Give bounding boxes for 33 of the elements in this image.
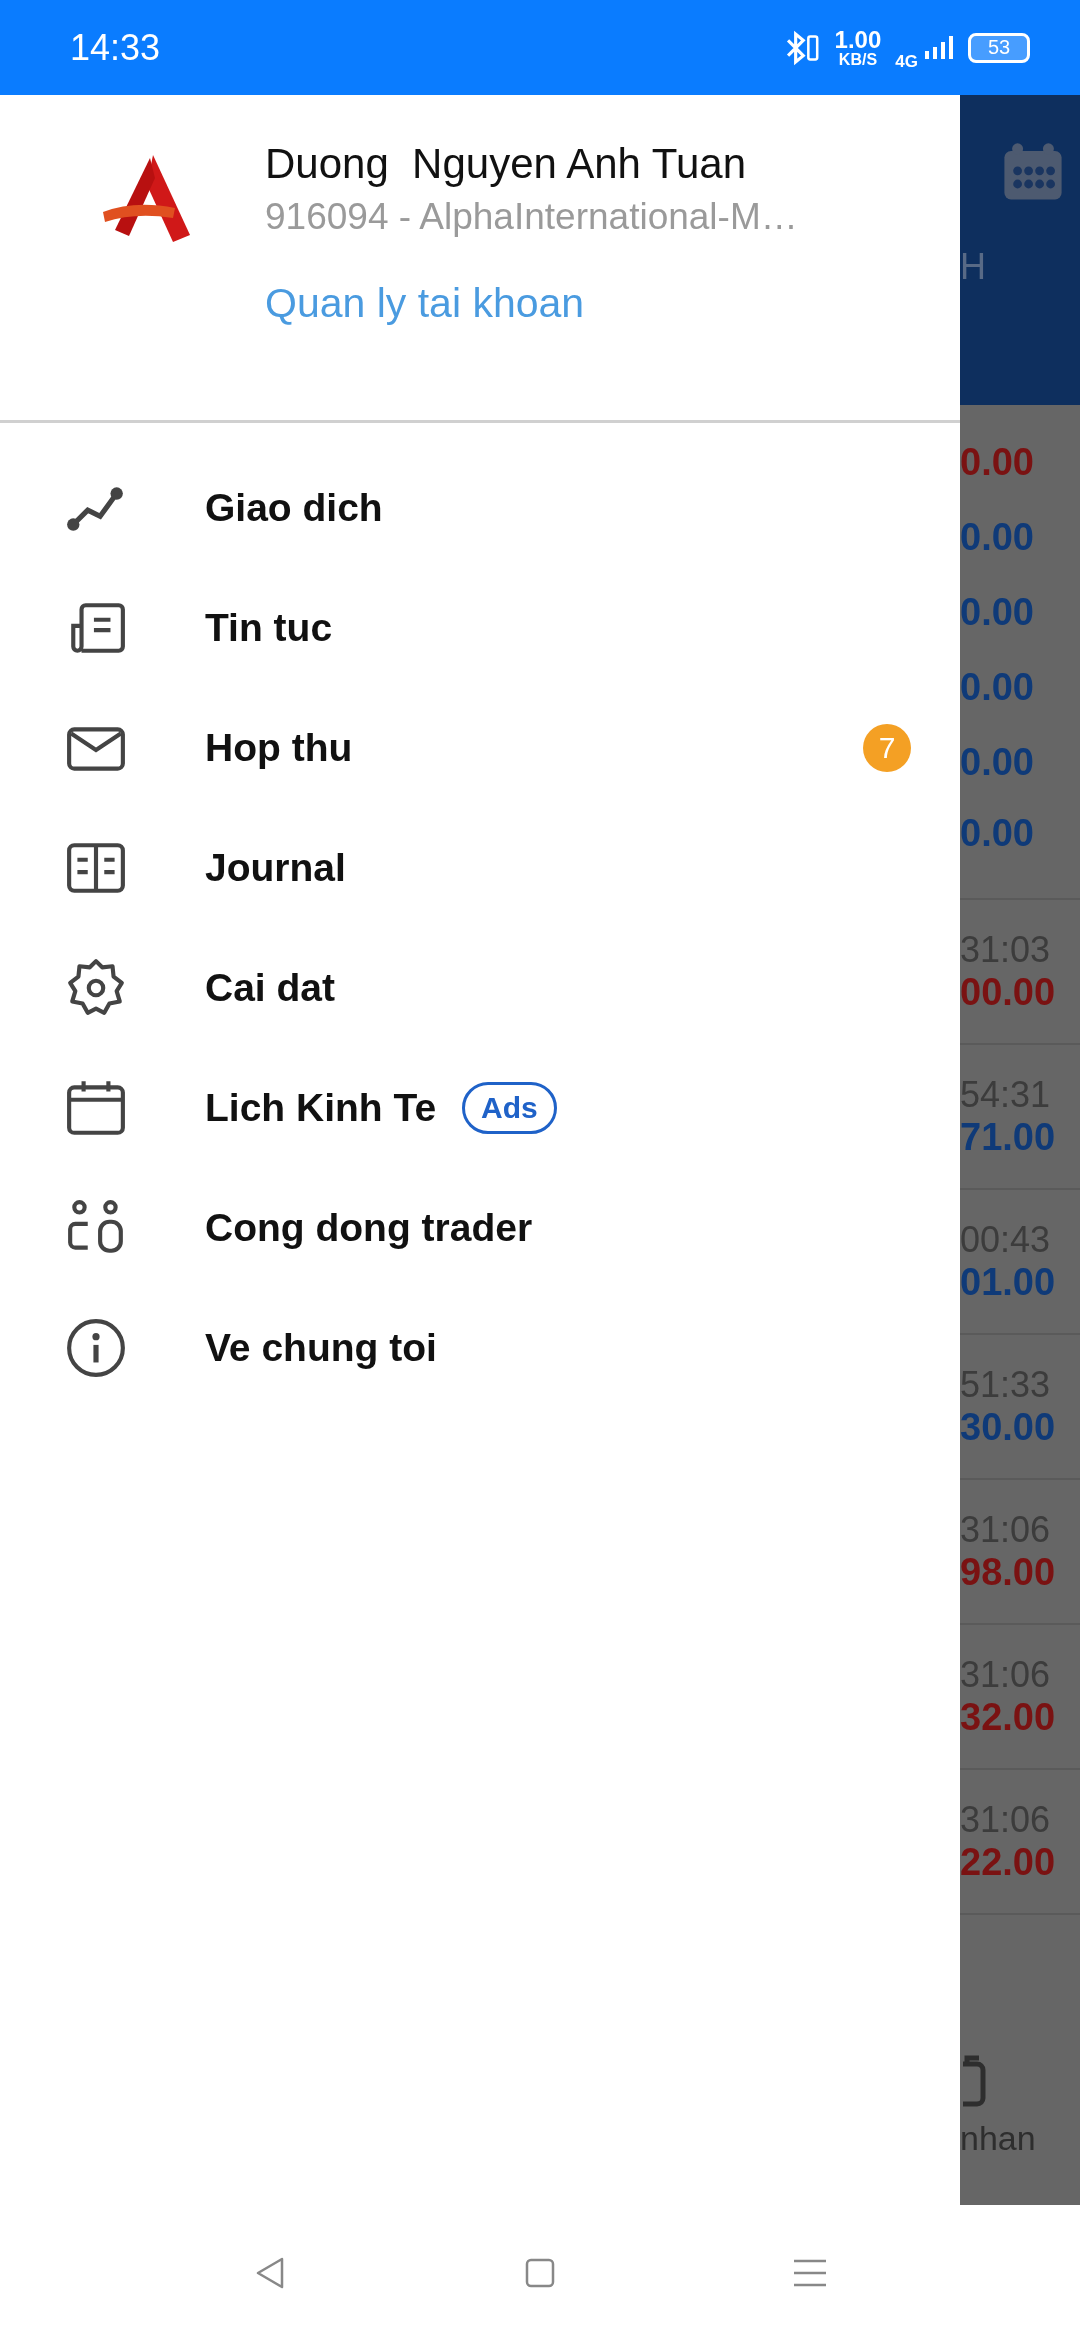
price-value: 71.00 xyxy=(960,1116,1057,1159)
price-value: 00.00 xyxy=(960,971,1057,1014)
price-value: 22.00 xyxy=(960,1841,1057,1884)
price-value: 98.00 xyxy=(960,1551,1057,1594)
menu-item[interactable]: Lich Kinh Te Ads xyxy=(0,1048,960,1168)
ads-tag: Ads xyxy=(462,1082,557,1134)
price-value: 0.00 xyxy=(960,441,1034,484)
price-value: 0.00 xyxy=(960,741,1034,784)
menu-item[interactable]: Cai dat xyxy=(0,928,960,1048)
menu-item[interactable]: Journal xyxy=(0,808,960,928)
price-value: 0.00 xyxy=(960,591,1034,634)
price-value: 30.00 xyxy=(960,1406,1057,1449)
header-label: H xyxy=(960,246,986,288)
tab-label: nhan xyxy=(960,2119,1037,2158)
price-value: 0.00 xyxy=(960,812,1034,855)
speed-unit: KB/S xyxy=(838,51,878,68)
menu-item[interactable]: Cong dong trader xyxy=(0,1168,960,1288)
price-value: 32.00 xyxy=(960,1696,1057,1739)
price-value: 01.00 xyxy=(960,1261,1057,1304)
menu-item[interactable]: Tin tuc xyxy=(0,568,960,688)
battery-level: 53 xyxy=(987,36,1011,59)
account-id: 916094 - AlphaInternational-M… xyxy=(265,196,798,238)
price-value: 0.00 xyxy=(960,516,1034,559)
clock: 14:33 xyxy=(70,26,161,69)
account-name: Duong Nguyen Anh Tuan xyxy=(265,140,748,188)
menu-item[interactable]: Hop thu 7 xyxy=(0,688,960,808)
net-speed: 1.00 xyxy=(834,27,882,52)
network-type: 4G xyxy=(895,51,918,72)
menu-item[interactable]: Ve chung toi xyxy=(0,1288,960,1408)
price-value: 0.00 xyxy=(960,666,1034,709)
info-icon xyxy=(65,1317,127,1379)
unread-count-badge: 7 xyxy=(863,724,911,772)
menu-item[interactable]: Giao dich xyxy=(0,448,960,568)
